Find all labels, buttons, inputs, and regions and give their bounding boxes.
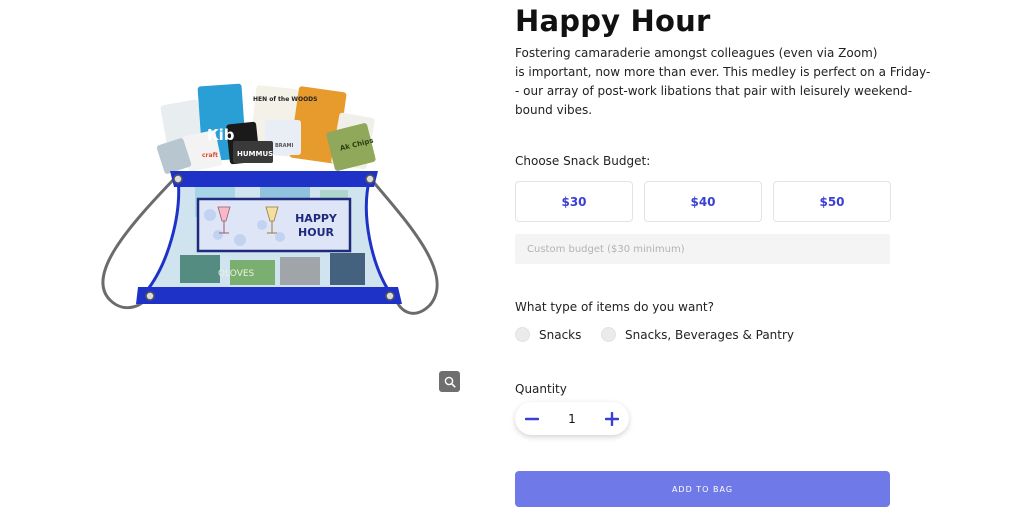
magnifier-icon <box>444 376 456 388</box>
plus-icon <box>604 411 619 426</box>
radio-button[interactable] <box>515 327 530 342</box>
description-line: - our array of post-work libations that … <box>515 84 913 98</box>
svg-text:Kib: Kib <box>207 126 235 144</box>
budget-label: Choose Snack Budget: <box>515 154 651 168</box>
description-line: bound vibes. <box>515 103 593 117</box>
decrement-button[interactable] <box>523 410 541 428</box>
product-description: Fostering camaraderie amongst colleagues… <box>515 44 931 120</box>
svg-text:OLOVES: OLOVES <box>218 269 255 279</box>
svg-text:HAPPY: HAPPY <box>295 212 338 225</box>
product-title: Happy Hour <box>515 4 711 38</box>
description-line: Fostering camaraderie amongst colleagues… <box>515 46 878 60</box>
description-line: is important, now more than ever. This m… <box>515 65 931 79</box>
radio-label: Snacks, Beverages & Pantry <box>625 327 795 342</box>
radio-label: Snacks <box>539 327 582 342</box>
svg-text:HEN of the WOODS: HEN of the WOODS <box>253 96 317 103</box>
budget-option-50[interactable]: $50 <box>773 181 891 222</box>
quantity-value: 1 <box>568 411 576 426</box>
product-image: Kib HEN of the WOODS HUMMUS craft Ak Chi… <box>101 83 439 315</box>
svg-text:BRAMI: BRAMI <box>275 143 294 149</box>
radio-option-snacks[interactable]: Snacks <box>515 327 581 342</box>
radio-button[interactable] <box>601 327 616 342</box>
budget-option-40[interactable]: $40 <box>644 181 762 222</box>
items-type-label: What type of items do you want? <box>515 300 715 314</box>
radio-option-snacks-beverages-pantry[interactable]: Snacks, Beverages & Pantry <box>601 327 794 342</box>
minus-icon <box>525 417 539 420</box>
svg-text:HUMMUS: HUMMUS <box>237 150 273 158</box>
quantity-stepper: 1 <box>515 402 629 435</box>
custom-budget-input[interactable] <box>515 234 890 264</box>
budget-option-30[interactable]: $30 <box>515 181 633 222</box>
snack-packages: Kib HEN of the WOODS HUMMUS craft Ak Chi… <box>156 83 376 174</box>
add-to-bag-button[interactable]: ADD TO BAG <box>515 471 890 507</box>
svg-text:HOUR: HOUR <box>298 226 334 239</box>
increment-button[interactable] <box>603 410 621 428</box>
quantity-label: Quantity <box>515 382 567 396</box>
svg-text:craft: craft <box>202 152 218 159</box>
zoom-button[interactable] <box>439 371 460 392</box>
happy-hour-banner: HAPPY HOUR <box>196 197 352 253</box>
